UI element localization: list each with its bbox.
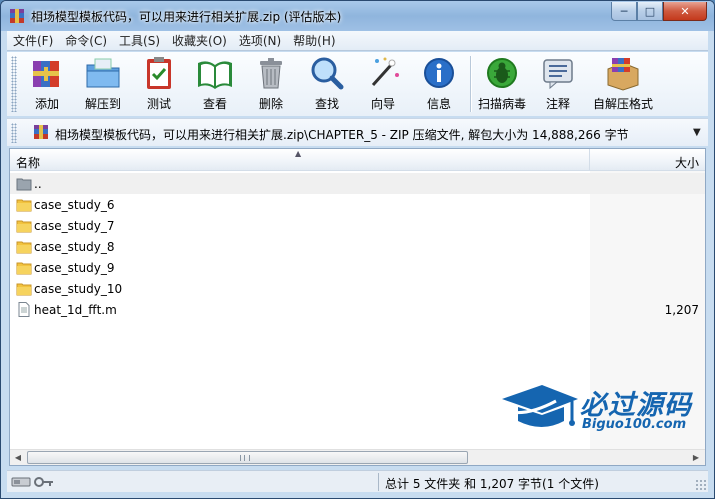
list-item[interactable]: heat_1d_fft.m 1,207 (10, 299, 705, 320)
menu-file[interactable]: 文件(F) (7, 32, 59, 49)
scroll-thumb[interactable] (27, 451, 468, 464)
title-bar[interactable]: 相场模型模板代码，可以用来进行相关扩展.zip (评估版本) ─ □ ✕ (1, 1, 714, 31)
scroll-left-icon[interactable]: ◀ (10, 451, 26, 465)
folder-icon (16, 283, 32, 296)
watermark-url: Biguo100.com (582, 417, 687, 432)
list-item[interactable]: case_study_9 (10, 257, 705, 278)
toolbar-separator (470, 56, 471, 112)
maximize-button[interactable]: □ (637, 2, 663, 21)
archive-icon (34, 125, 48, 139)
file-size: 1,207 (664, 303, 699, 317)
text-file-icon (18, 302, 30, 317)
file-list: 名称 ▲ 大小 .. case_study_6 case_study_7 cas… (9, 148, 706, 466)
find-label: 查找 (314, 97, 339, 111)
sfx-label: 自解压格式 (592, 97, 653, 111)
file-name: case_study_9 (34, 261, 115, 275)
test-button[interactable]: 测试 (131, 52, 187, 112)
folder-icon (16, 220, 32, 233)
parent-folder-icon (16, 178, 32, 191)
list-item-parent[interactable]: .. (10, 173, 705, 194)
folder-icon (16, 262, 32, 275)
winrar-window: 相场模型模板代码，可以用来进行相关扩展.zip (评估版本) ─ □ ✕ 文件(… (0, 0, 715, 499)
virus-scan-label: 扫描病毒 (477, 97, 526, 111)
view-button[interactable]: 查看 (187, 52, 243, 112)
list-item[interactable]: case_study_8 (10, 236, 705, 257)
file-name: case_study_10 (34, 282, 123, 296)
menu-tools[interactable]: 工具(S) (113, 32, 166, 49)
info-label: 信息 (426, 97, 451, 111)
scroll-grip-icon (240, 455, 250, 461)
menu-bar: 文件(F) 命令(C) 工具(S) 收藏夹(O) 选项(N) 帮助(H) (7, 31, 708, 51)
file-name: .. (34, 177, 42, 191)
magnifier-icon (311, 57, 344, 90)
file-name: heat_1d_fft.m (34, 303, 117, 317)
toolbar-grip[interactable] (11, 56, 17, 112)
comment-button[interactable]: 注释 (530, 52, 586, 112)
comment-note-icon (543, 59, 573, 90)
view-label: 查看 (202, 97, 227, 111)
file-name: case_study_6 (34, 198, 115, 212)
wizard-button[interactable]: 向导 (355, 52, 411, 112)
column-size-label: 大小 (674, 156, 699, 170)
clipboard-check-icon (147, 57, 171, 89)
add-label: 添加 (34, 97, 59, 111)
close-button[interactable]: ✕ (663, 2, 707, 21)
menu-options[interactable]: 选项(N) (233, 32, 287, 49)
add-button[interactable]: 添加 (19, 52, 75, 112)
list-item[interactable]: case_study_7 (10, 215, 705, 236)
toolbar: 添加 解压到 测试 查看 删除 查找 向导 信息 扫描病毒 注释 自解压格式 (7, 52, 708, 116)
sfx-button[interactable]: 自解压格式 (586, 52, 660, 112)
test-label: 测试 (146, 97, 171, 111)
archive-books-icon (33, 61, 59, 87)
list-item[interactable]: case_study_10 (10, 278, 705, 299)
virus-scan-button[interactable]: 扫描病毒 (474, 52, 530, 112)
bug-scan-icon (487, 58, 517, 88)
folder-icon (16, 199, 32, 212)
extract-to-label: 解压到 (84, 97, 121, 111)
drive-key-icons (11, 477, 53, 487)
graduation-cap-icon (502, 385, 578, 427)
sort-ascending-icon: ▲ (295, 149, 302, 158)
scroll-right-icon[interactable]: ▶ (688, 451, 704, 465)
extract-to-button[interactable]: 解压到 (75, 52, 131, 112)
resize-grip-icon[interactable] (695, 479, 707, 491)
folder-icon (16, 241, 32, 254)
find-button[interactable]: 查找 (299, 52, 355, 112)
address-bar: 相场模型模板代码，可以用来进行相关扩展.zip\CHAPTER_5 - ZIP … (7, 118, 708, 146)
info-button[interactable]: 信息 (411, 52, 467, 112)
open-book-icon (198, 61, 232, 89)
magic-wand-icon (371, 57, 399, 87)
wizard-label: 向导 (370, 97, 395, 111)
menu-commands[interactable]: 命令(C) (59, 32, 113, 49)
watermark-logo: 必过源码 Biguo100.com (498, 381, 708, 439)
comment-label: 注释 (545, 97, 570, 111)
delete-label: 删除 (258, 97, 283, 111)
file-name: case_study_8 (34, 240, 115, 254)
folder-extract-icon (86, 58, 120, 88)
column-name-header[interactable]: 名称 ▲ (10, 149, 590, 171)
status-summary: 总计 5 文件夹 和 1,207 字节(1 个文件) (385, 477, 599, 491)
trash-can-icon (260, 58, 282, 89)
column-header: 名称 ▲ 大小 (10, 149, 705, 171)
list-item[interactable]: case_study_6 (10, 194, 705, 215)
horizontal-scrollbar[interactable]: ◀ ▶ (10, 449, 705, 465)
file-name: case_study_7 (34, 219, 115, 233)
column-size-header[interactable]: 大小 (590, 149, 705, 171)
status-bar: 总计 5 文件夹 和 1,207 字节(1 个文件) (7, 470, 708, 492)
menu-help[interactable]: 帮助(H) (287, 32, 341, 49)
window-title: 相场模型模板代码，可以用来进行相关扩展.zip (评估版本) (31, 10, 342, 24)
info-icon (424, 58, 454, 88)
address-path[interactable]: 相场模型模板代码，可以用来进行相关扩展.zip\CHAPTER_5 - ZIP … (55, 126, 629, 143)
menu-favorites[interactable]: 收藏夹(O) (166, 32, 233, 49)
minimize-button[interactable]: ─ (611, 2, 637, 21)
column-name-label: 名称 (16, 156, 41, 170)
delete-button[interactable]: 删除 (243, 52, 299, 112)
winrar-app-icon (10, 9, 24, 23)
status-separator (378, 473, 379, 491)
address-grip[interactable] (11, 123, 17, 143)
address-dropdown-icon[interactable]: ▼ (693, 127, 701, 138)
sfx-box-icon (607, 58, 639, 91)
